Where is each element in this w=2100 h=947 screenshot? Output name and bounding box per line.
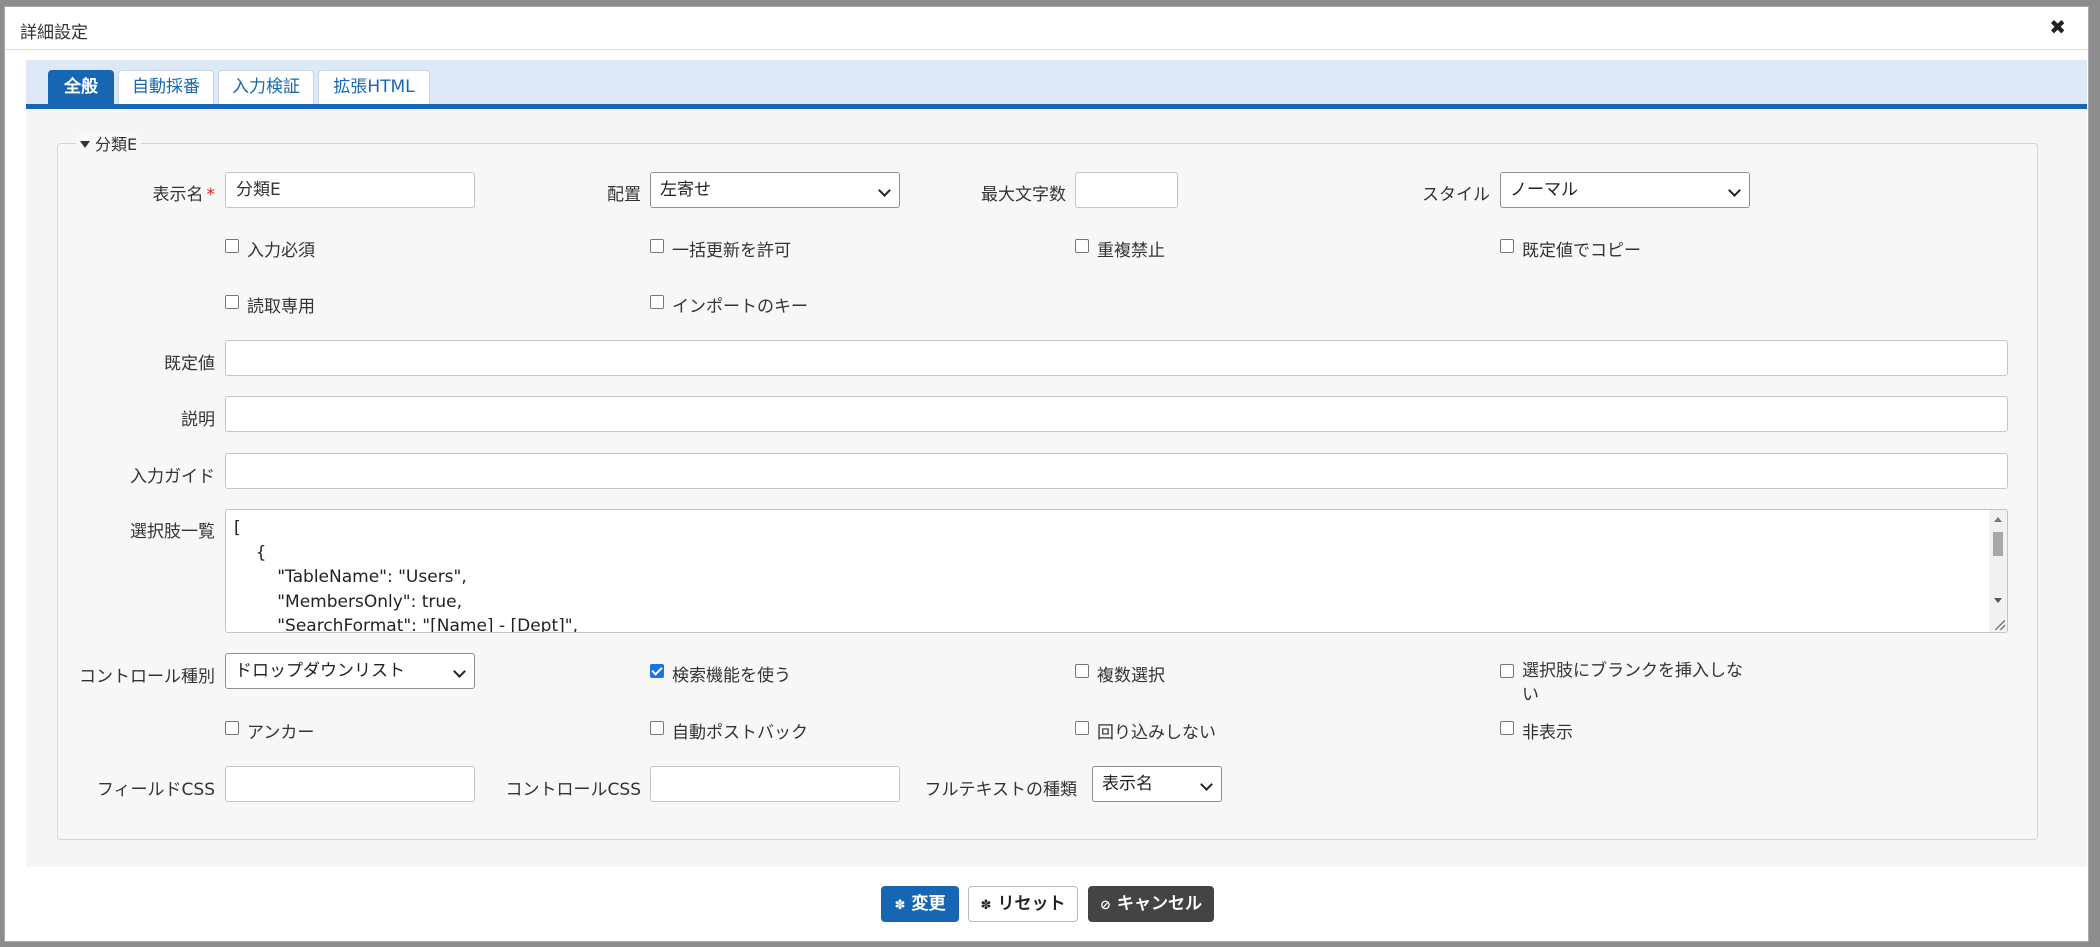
checkbox-box[interactable]: [225, 721, 239, 735]
reset-button[interactable]: ✽ リセット: [968, 886, 1078, 922]
section-legend-text: 分類E: [95, 135, 138, 154]
hidden-checkbox[interactable]: 非表示: [1500, 718, 1573, 743]
chevron-down-icon: [1200, 778, 1213, 791]
alignment-label: 配置: [607, 185, 641, 205]
tab-auto-numbering[interactable]: 自動採番: [118, 70, 214, 104]
display-name-label: 表示名 *: [152, 185, 216, 205]
multiple-selection-checkbox[interactable]: 複数選択: [1075, 661, 1165, 686]
input-guide-input[interactable]: [225, 453, 2008, 489]
display-name-input[interactable]: 分類E: [225, 172, 475, 208]
description-label: 説明: [181, 410, 215, 430]
checkbox-box[interactable]: [650, 239, 664, 253]
field-css-label: フィールドCSS: [96, 780, 215, 800]
chevron-down-icon: [1728, 184, 1741, 197]
chevron-down-icon: [878, 184, 891, 197]
input-guide-label: 入力ガイド: [130, 467, 215, 487]
checkbox-box[interactable]: [1075, 664, 1089, 678]
read-only-checkbox[interactable]: 読取専用: [225, 292, 315, 317]
checkbox-box[interactable]: [650, 295, 664, 309]
scroll-down-icon[interactable]: [1994, 598, 2002, 603]
checkbox-box[interactable]: [1075, 239, 1089, 253]
chevron-down-icon: [453, 665, 466, 678]
choices-text[interactable]: [ { "TableName": "Users", "MembersOnly":…: [226, 510, 2007, 632]
scroll-thumb[interactable]: [1993, 532, 2003, 556]
checkbox-box[interactable]: [650, 721, 664, 735]
checkbox-box[interactable]: [1500, 664, 1514, 678]
section-fieldset: [57, 143, 2038, 840]
choices-textarea[interactable]: [ { "TableName": "Users", "MembersOnly":…: [225, 509, 2008, 633]
cancel-button[interactable]: ⊘ キャンセル: [1088, 886, 1214, 922]
anchor-checkbox[interactable]: アンカー: [225, 718, 314, 743]
change-button[interactable]: ✽ 変更: [881, 886, 959, 922]
control-type-select[interactable]: ドロップダウンリスト: [225, 653, 475, 689]
auto-postback-checkbox[interactable]: 自動ポストバック: [650, 718, 808, 743]
gear-icon: ✽: [980, 898, 992, 913]
no-wrap-checkbox[interactable]: 回り込みしない: [1075, 718, 1216, 743]
control-type-label: コントロール種別: [79, 667, 215, 687]
resize-handle-icon[interactable]: [1995, 620, 2005, 630]
description-input[interactable]: [225, 396, 2008, 432]
insert-blank-checkbox[interactable]: 選択肢にブランクを挿入しない: [1500, 661, 1743, 707]
choices-label: 選択肢一覧: [130, 522, 215, 542]
section-legend[interactable]: 分類E: [76, 131, 142, 155]
tab-input-validation[interactable]: 入力検証: [218, 70, 314, 104]
field-css-input[interactable]: [225, 766, 475, 802]
checkbox-box[interactable]: [1500, 721, 1514, 735]
max-length-label: 最大文字数: [981, 185, 1066, 205]
default-value-label: 既定値: [164, 354, 215, 374]
checkbox-box[interactable]: [1500, 239, 1514, 253]
max-length-input[interactable]: [1075, 172, 1178, 208]
insert-blank-label: 選択肢にブランクを挿入しない: [1522, 661, 1743, 705]
style-label: スタイル: [1422, 185, 1490, 205]
checkbox-box[interactable]: [1075, 721, 1089, 735]
required-checkbox[interactable]: 入力必須: [225, 236, 315, 261]
allow-bulk-update-checkbox[interactable]: 一括更新を許可: [650, 236, 791, 261]
control-css-input[interactable]: [650, 766, 900, 802]
default-value-input[interactable]: [225, 340, 2008, 376]
fulltext-type-label: フルテキストの種類: [924, 780, 1078, 800]
checkbox-box[interactable]: [225, 239, 239, 253]
style-select[interactable]: ノーマル: [1500, 172, 1750, 208]
tab-bar: 全般 自動採番 入力検証 拡張HTML: [26, 60, 2087, 109]
close-icon[interactable]: ✖: [2049, 17, 2066, 37]
use-search-checkbox[interactable]: 検索機能を使う: [650, 661, 791, 686]
scroll-up-icon[interactable]: [1994, 517, 2002, 522]
alignment-select[interactable]: 左寄せ: [650, 172, 900, 208]
tab-general[interactable]: 全般: [48, 70, 114, 104]
dialog-titlebar: 詳細設定 ✖: [5, 7, 2088, 50]
checkbox-box-checked[interactable]: [650, 664, 664, 678]
ban-icon: ⊘: [1100, 898, 1111, 913]
no-duplicates-checkbox[interactable]: 重複禁止: [1075, 236, 1165, 261]
fulltext-type-select[interactable]: 表示名: [1092, 766, 1222, 802]
caret-down-icon: [80, 141, 90, 148]
dialog-title: 詳細設定: [20, 23, 88, 43]
import-key-checkbox[interactable]: インポートのキー: [650, 292, 808, 317]
checkbox-box[interactable]: [225, 295, 239, 309]
scrollbar[interactable]: [1989, 510, 2007, 632]
gear-icon: ✽: [894, 898, 906, 913]
control-css-label: コントロールCSS: [505, 780, 641, 800]
copy-by-default-checkbox[interactable]: 既定値でコピー: [1500, 236, 1641, 261]
tab-extended-html[interactable]: 拡張HTML: [318, 70, 430, 104]
